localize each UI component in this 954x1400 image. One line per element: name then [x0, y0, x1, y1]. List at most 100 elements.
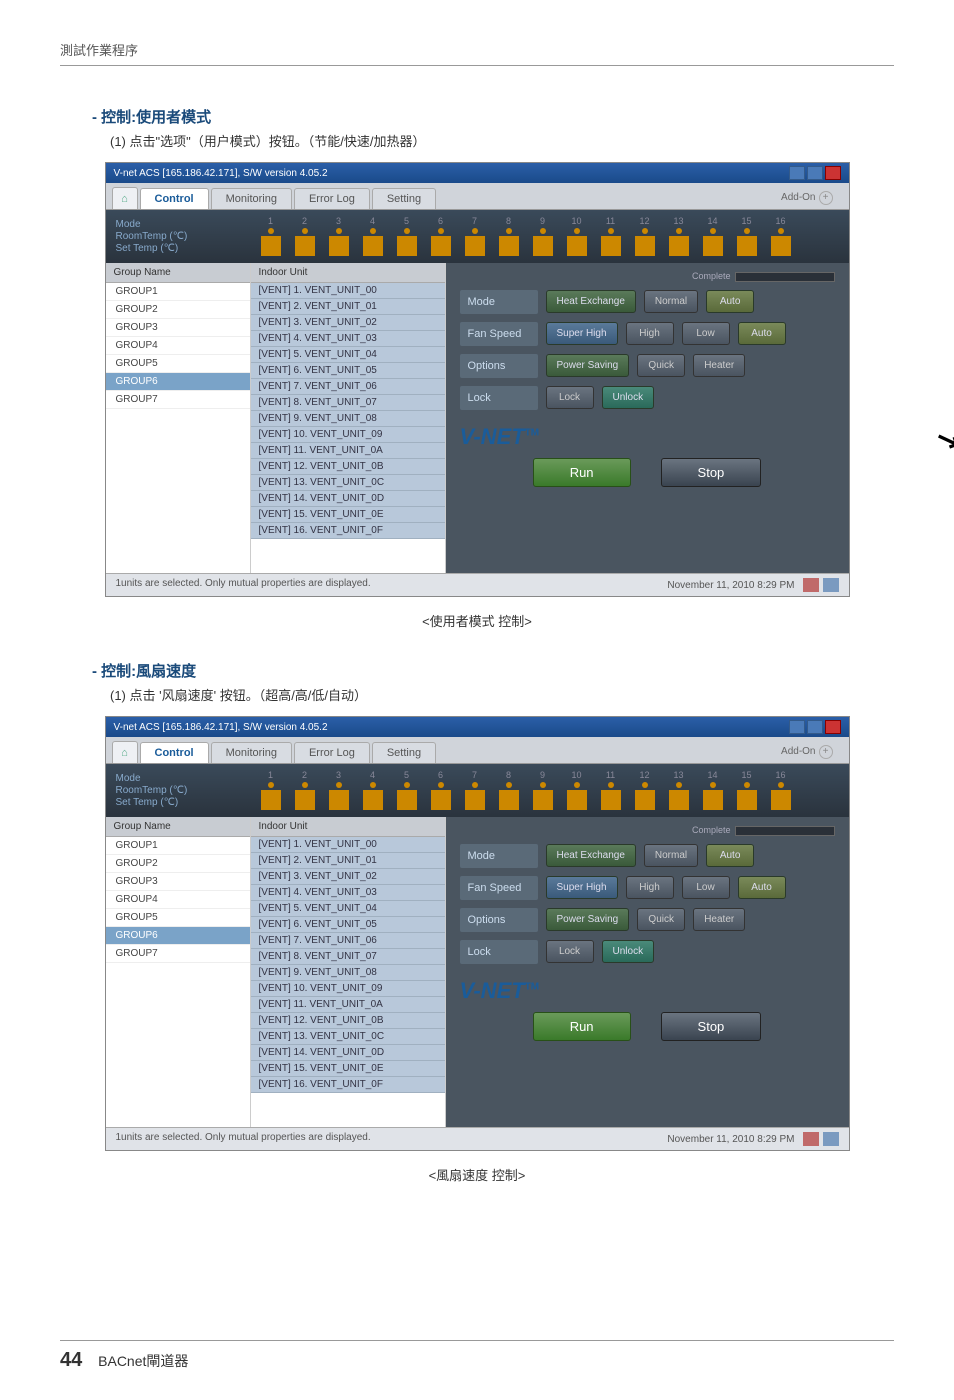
group-item[interactable]: GROUP4: [106, 337, 250, 355]
unit-slot[interactable]: 3: [324, 770, 354, 811]
fan-auto-button[interactable]: Auto: [738, 322, 786, 345]
unit-item[interactable]: [VENT] 2. VENT_UNIT_01: [251, 853, 445, 869]
unit-slot[interactable]: 2: [290, 770, 320, 811]
group-item[interactable]: GROUP2: [106, 855, 250, 873]
plus-icon[interactable]: +: [819, 191, 833, 205]
unit-slot[interactable]: 7: [460, 770, 490, 811]
unit-slot[interactable]: 4: [358, 216, 388, 257]
unit-item[interactable]: [VENT] 14. VENT_UNIT_0D: [251, 1045, 445, 1061]
lock-button[interactable]: Lock: [546, 940, 594, 963]
tab-monitoring[interactable]: Monitoring: [211, 188, 292, 209]
unit-slot[interactable]: 2: [290, 216, 320, 257]
unit-item[interactable]: [VENT] 4. VENT_UNIT_03: [251, 331, 445, 347]
options-powersaving-button[interactable]: Power Saving: [546, 908, 630, 931]
unit-item[interactable]: [VENT] 6. VENT_UNIT_05: [251, 917, 445, 933]
tab-errorlog[interactable]: Error Log: [294, 188, 370, 209]
home-tab[interactable]: ⌂: [112, 741, 138, 763]
unit-slot[interactable]: 8: [494, 770, 524, 811]
unit-slot[interactable]: 6: [426, 770, 456, 811]
tab-setting[interactable]: Setting: [372, 742, 436, 763]
group-item[interactable]: GROUP5: [106, 909, 250, 927]
unit-slot[interactable]: 10: [562, 216, 592, 257]
group-item[interactable]: GROUP7: [106, 391, 250, 409]
unlock-button[interactable]: Unlock: [602, 940, 655, 963]
tab-control[interactable]: Control: [140, 188, 209, 209]
unit-item[interactable]: [VENT] 8. VENT_UNIT_07: [251, 395, 445, 411]
fan-high-button[interactable]: High: [626, 876, 674, 899]
unit-slot[interactable]: 12: [630, 770, 660, 811]
unit-item[interactable]: [VENT] 16. VENT_UNIT_0F: [251, 523, 445, 539]
unit-item[interactable]: [VENT] 1. VENT_UNIT_00: [251, 837, 445, 853]
home-tab[interactable]: ⌂: [112, 187, 138, 209]
group-item[interactable]: GROUP3: [106, 873, 250, 891]
unit-slot[interactable]: 11: [596, 216, 626, 257]
tab-addon[interactable]: Add-On+: [771, 741, 842, 763]
run-button[interactable]: Run: [533, 1012, 631, 1041]
unit-slot[interactable]: 14: [698, 216, 728, 257]
unit-slot[interactable]: 6: [426, 216, 456, 257]
fan-superhigh-button[interactable]: Super High: [546, 876, 618, 899]
mode-auto-button[interactable]: Auto: [706, 290, 754, 313]
unit-slot[interactable]: 15: [732, 770, 762, 811]
options-quick-button[interactable]: Quick: [637, 354, 685, 377]
stop-button[interactable]: Stop: [661, 458, 762, 487]
unit-slot[interactable]: 14: [698, 770, 728, 811]
mode-auto-button[interactable]: Auto: [706, 844, 754, 867]
minimize-icon[interactable]: [789, 166, 805, 180]
group-item[interactable]: GROUP1: [106, 283, 250, 301]
tab-addon[interactable]: Add-On+: [771, 187, 842, 209]
group-item[interactable]: GROUP7: [106, 945, 250, 963]
unit-slot[interactable]: 13: [664, 216, 694, 257]
group-item[interactable]: GROUP3: [106, 319, 250, 337]
unit-item[interactable]: [VENT] 4. VENT_UNIT_03: [251, 885, 445, 901]
options-powersaving-button[interactable]: Power Saving: [546, 354, 630, 377]
plus-icon[interactable]: +: [819, 745, 833, 759]
fan-low-button[interactable]: Low: [682, 876, 730, 899]
unit-item[interactable]: [VENT] 8. VENT_UNIT_07: [251, 949, 445, 965]
unit-item[interactable]: [VENT] 15. VENT_UNIT_0E: [251, 507, 445, 523]
unit-slot[interactable]: 16: [766, 216, 796, 257]
close-icon[interactable]: [825, 720, 841, 734]
mode-heatexchange-button[interactable]: Heat Exchange: [546, 844, 636, 867]
lock-button[interactable]: Lock: [546, 386, 594, 409]
unit-slot[interactable]: 12: [630, 216, 660, 257]
unit-item[interactable]: [VENT] 16. VENT_UNIT_0F: [251, 1077, 445, 1093]
unit-item[interactable]: [VENT] 11. VENT_UNIT_0A: [251, 997, 445, 1013]
unit-item[interactable]: [VENT] 3. VENT_UNIT_02: [251, 869, 445, 885]
unit-item[interactable]: [VENT] 1. VENT_UNIT_00: [251, 283, 445, 299]
group-item[interactable]: GROUP2: [106, 301, 250, 319]
fan-low-button[interactable]: Low: [682, 322, 730, 345]
mode-normal-button[interactable]: Normal: [644, 844, 698, 867]
group-item[interactable]: GROUP4: [106, 891, 250, 909]
mode-normal-button[interactable]: Normal: [644, 290, 698, 313]
unit-item[interactable]: [VENT] 13. VENT_UNIT_0C: [251, 475, 445, 491]
unit-item[interactable]: [VENT] 12. VENT_UNIT_0B: [251, 1013, 445, 1029]
unit-slot[interactable]: 1: [256, 216, 286, 257]
unit-item[interactable]: [VENT] 10. VENT_UNIT_09: [251, 427, 445, 443]
tab-errorlog[interactable]: Error Log: [294, 742, 370, 763]
options-heater-button[interactable]: Heater: [693, 908, 745, 931]
tab-setting[interactable]: Setting: [372, 188, 436, 209]
tab-monitoring[interactable]: Monitoring: [211, 742, 292, 763]
options-heater-button[interactable]: Heater: [693, 354, 745, 377]
unit-slot[interactable]: 3: [324, 216, 354, 257]
fan-superhigh-button[interactable]: Super High: [546, 322, 618, 345]
group-item[interactable]: GROUP1: [106, 837, 250, 855]
unit-slot[interactable]: 7: [460, 216, 490, 257]
maximize-icon[interactable]: [807, 166, 823, 180]
unit-slot[interactable]: 4: [358, 770, 388, 811]
tab-control[interactable]: Control: [140, 742, 209, 763]
unlock-button[interactable]: Unlock: [602, 386, 655, 409]
unit-item[interactable]: [VENT] 11. VENT_UNIT_0A: [251, 443, 445, 459]
options-quick-button[interactable]: Quick: [637, 908, 685, 931]
unit-slot[interactable]: 8: [494, 216, 524, 257]
unit-item[interactable]: [VENT] 12. VENT_UNIT_0B: [251, 459, 445, 475]
fan-high-button[interactable]: High: [626, 322, 674, 345]
unit-item[interactable]: [VENT] 9. VENT_UNIT_08: [251, 965, 445, 981]
unit-slot[interactable]: 9: [528, 216, 558, 257]
stop-button[interactable]: Stop: [661, 1012, 762, 1041]
unit-slot[interactable]: 13: [664, 770, 694, 811]
unit-item[interactable]: [VENT] 2. VENT_UNIT_01: [251, 299, 445, 315]
unit-item[interactable]: [VENT] 7. VENT_UNIT_06: [251, 933, 445, 949]
mode-heatexchange-button[interactable]: Heat Exchange: [546, 290, 636, 313]
